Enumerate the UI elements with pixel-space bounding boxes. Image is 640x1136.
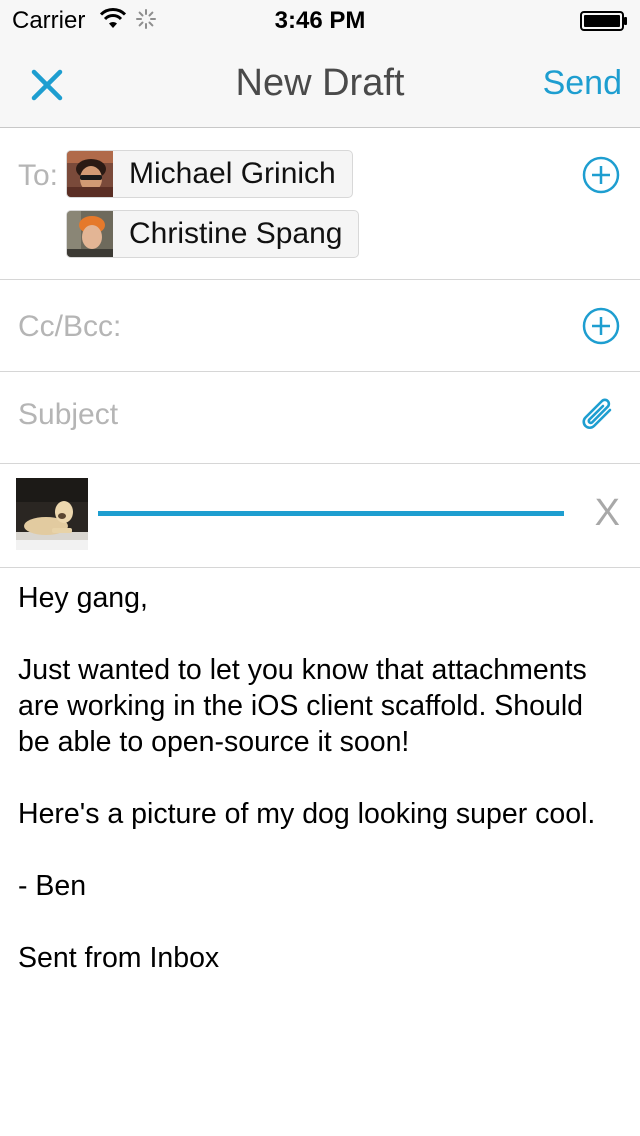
subject-field-row [0, 372, 640, 464]
recipient-chip[interactable]: Christine Spang [66, 210, 360, 258]
upload-progress-bar [98, 511, 564, 516]
remove-attachment-button[interactable]: X [595, 492, 620, 535]
avatar [67, 211, 113, 257]
recipient-chip[interactable]: Michael Grinich [66, 150, 353, 198]
body-paragraph: Hey gang, [18, 582, 148, 614]
close-icon[interactable] [22, 60, 72, 110]
plus-circle-icon[interactable] [582, 156, 620, 194]
status-time: 3:46 PM [274, 7, 366, 34]
navigation-bar: New Draft Send [0, 40, 640, 128]
body-paragraph: - Ben [18, 870, 87, 902]
avatar [67, 151, 113, 197]
plus-circle-icon[interactable] [582, 307, 620, 345]
battery-icon [580, 11, 627, 31]
upload-progress-fill [98, 511, 564, 516]
paperclip-icon[interactable] [580, 396, 616, 436]
attachment-row: X [0, 464, 640, 568]
recipient-name: Michael Grinich [129, 157, 336, 190]
cc-bcc-field-row[interactable]: Cc/Bcc: [0, 280, 640, 372]
send-button[interactable]: Send [543, 64, 622, 103]
subject-input[interactable] [18, 398, 558, 432]
body-paragraph: Here's a picture of my dog looking super… [18, 798, 596, 830]
attachment-thumbnail[interactable] [16, 478, 88, 550]
to-label: To: [18, 159, 59, 192]
body-paragraph: Sent from Inbox [18, 942, 220, 974]
message-body[interactable]: Hey gang, Just wanted to let you know th… [18, 580, 618, 976]
recipient-name: Christine Spang [129, 217, 343, 250]
status-bar: Carrier 3:46 PM [0, 0, 640, 40]
cc-bcc-label: Cc/Bcc: [18, 310, 122, 343]
to-field-row[interactable]: To: Michael Grinich Christine Spang [0, 129, 640, 280]
body-paragraph: Just wanted to let you know that attachm… [18, 654, 587, 758]
